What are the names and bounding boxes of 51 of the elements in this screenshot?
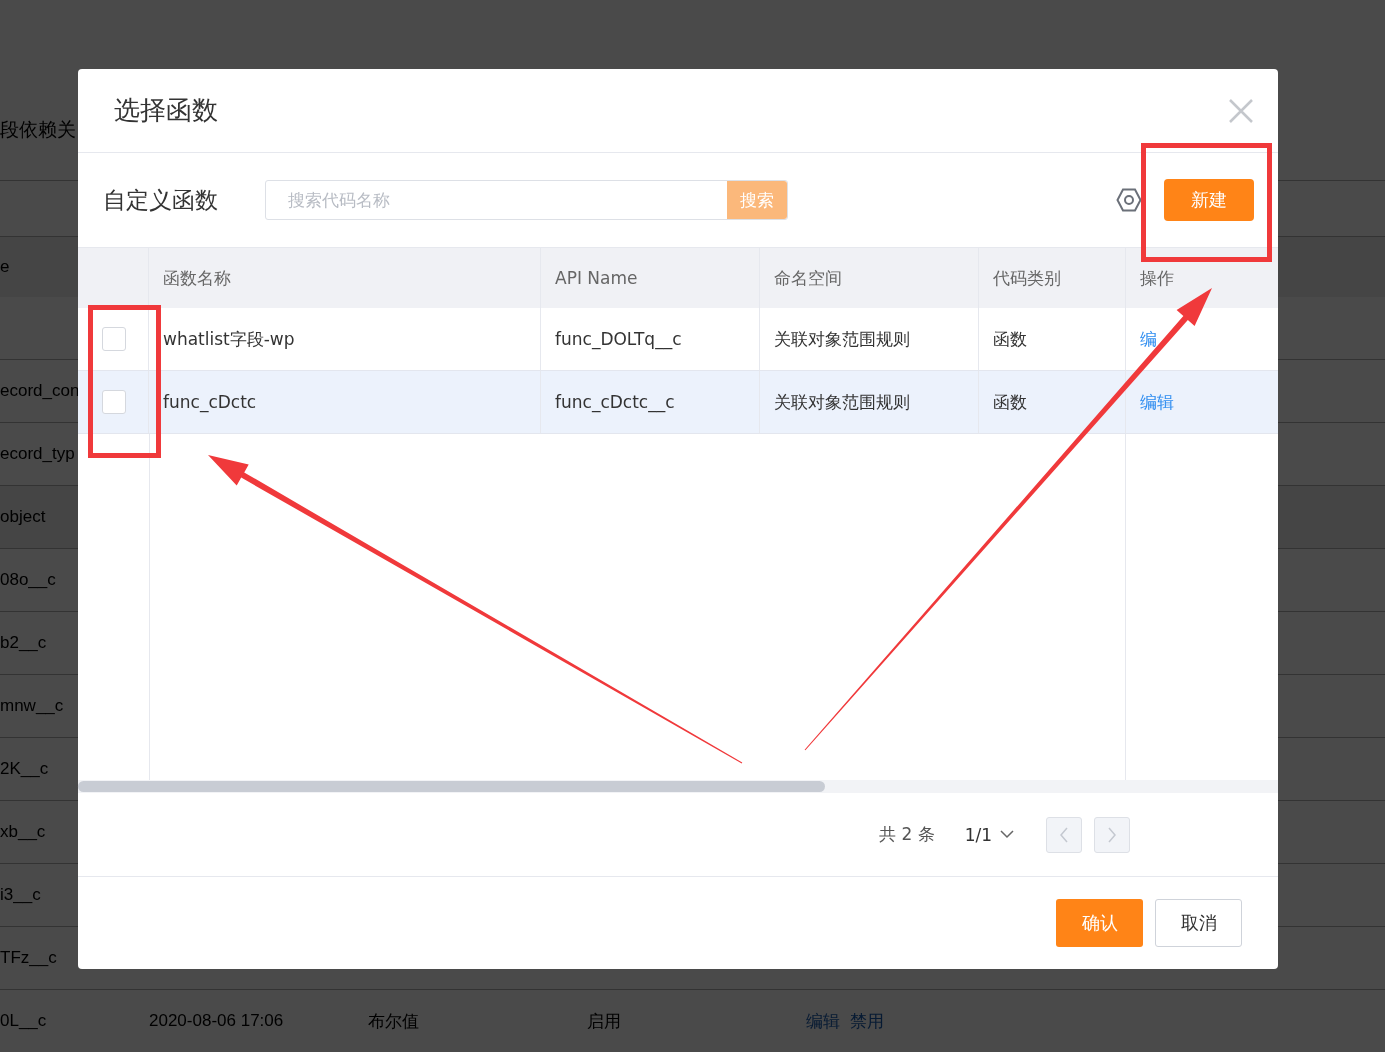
table-cell: func_cDctc — [163, 392, 257, 412]
table-cell-text: 2020-08-06 17:06 — [149, 1011, 285, 1031]
column-header: e — [0, 257, 11, 277]
chevron-right-icon — [1107, 826, 1117, 843]
column-header: 代码类别 — [979, 248, 1126, 308]
table-cell-text: 启用 — [587, 1010, 622, 1033]
table-cell: func_cDctc__c — [555, 392, 675, 412]
table-cell-text: ecord_typ — [0, 444, 76, 464]
table-cell-text: ecord_con — [0, 381, 81, 401]
table-cell-text: 布尔值 — [368, 1010, 420, 1033]
table-cell-text: 2K__c — [0, 759, 50, 779]
column-header: 函数名称 — [149, 248, 541, 308]
table-link[interactable]: 禁用 — [850, 1009, 884, 1033]
column-header: 命名空间 — [760, 248, 979, 308]
edit-link[interactable]: 编 — [1140, 327, 1157, 351]
table-cell-text: 08o__c — [0, 570, 57, 590]
table-cell-text: object — [0, 507, 47, 527]
page-selector[interactable]: 1/1 — [964, 824, 1014, 845]
table-cell: 函数 — [993, 327, 1027, 351]
new-button[interactable]: 新建 — [1164, 179, 1254, 221]
table-cell: 关联对象范围规则 — [774, 327, 910, 351]
page-title: 段依赖关 — [0, 118, 76, 142]
table-cell: 函数 — [993, 390, 1027, 414]
table-link[interactable]: 编辑 — [806, 1009, 840, 1033]
search-button[interactable]: 搜索 — [727, 181, 787, 219]
table-cell-text: TFz__c — [0, 948, 58, 968]
total-count: 共 2 条 — [879, 823, 935, 846]
cancel-button[interactable]: 取消 — [1155, 899, 1242, 947]
table-cell-text: 0L__c — [0, 1011, 48, 1031]
search-field[interactable]: 搜索代码名称 搜索 — [265, 180, 788, 220]
dialog-title: 选择函数 — [114, 94, 218, 127]
section-label: 自定义函数 — [103, 185, 218, 215]
scrollbar[interactable] — [78, 780, 1278, 793]
chevron-left-icon — [1059, 826, 1069, 843]
close-icon[interactable] — [1228, 97, 1254, 124]
table-cell: func_DOLTq__c — [555, 329, 682, 349]
column-header: API Name — [541, 248, 760, 308]
table-cell-text: i3__c — [0, 885, 42, 905]
settings-icon[interactable] — [1116, 187, 1142, 213]
column-header: 操作 — [1139, 266, 1175, 290]
table-cell-text: mnw__c — [0, 696, 65, 716]
table-cell-text: xb__c — [0, 822, 47, 842]
confirm-button[interactable]: 确认 — [1056, 899, 1143, 947]
chevron-down-icon — [1000, 830, 1014, 839]
checkbox[interactable] — [102, 327, 126, 351]
table-row[interactable]: func_cDctc func_cDctc__c 关联对象范围规则 函数 编辑 — [78, 371, 1278, 434]
checkbox[interactable] — [102, 390, 126, 414]
edit-link[interactable]: 编辑 — [1140, 390, 1174, 414]
table-cell-text: b2__c — [0, 633, 48, 653]
table-cell: whatlist字段-wp — [163, 327, 295, 351]
table-cell: 关联对象范围规则 — [774, 390, 910, 414]
